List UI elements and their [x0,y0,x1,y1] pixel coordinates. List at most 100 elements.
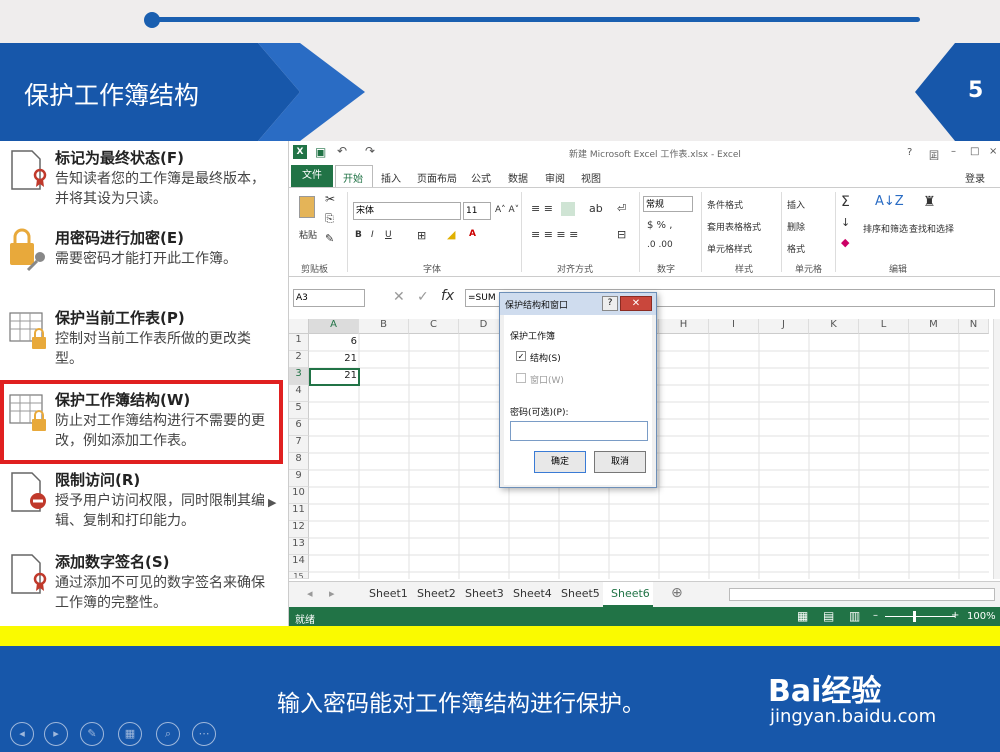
save-icon[interactable]: ▣ [315,145,326,159]
number-format-select[interactable]: 常规 [643,196,693,212]
horizontal-scrollbar[interactable] [729,588,995,601]
find-icon[interactable]: ♜ [923,194,936,210]
column-header[interactable]: M [909,319,959,334]
redo-icon[interactable]: ↷ [365,144,375,158]
row-header[interactable]: 3 [289,368,309,385]
zoom-out-icon[interactable]: – [873,610,878,621]
structure-checkbox[interactable]: ✓ [516,351,526,361]
submenu-arrow-icon[interactable]: ▶ [268,496,276,509]
tab-formulas[interactable]: 公式 [471,170,491,185]
underline-button[interactable]: U [385,230,392,240]
ribbon-display-button[interactable]: 囸 [929,147,939,162]
page-layout-view-icon[interactable]: ▤ [823,609,834,623]
row-header[interactable]: 5 [289,402,309,419]
dialog-help-button[interactable]: ? [602,296,618,311]
dialog-close-button[interactable]: ✕ [620,296,652,311]
sheet-tab[interactable]: Sheet5 [561,587,600,600]
cell-a3[interactable]: 21 [309,370,357,381]
tab-data[interactable]: 数据 [508,170,528,185]
zoom-in-icon[interactable]: + [951,610,959,621]
wrap-text-icon[interactable]: ⏎ [617,202,626,215]
prev-slide-icon[interactable]: ◂ [10,722,34,746]
row-header[interactable]: 15 [289,572,309,579]
sheet-next-icon[interactable]: ▸ [329,587,335,600]
function-icon[interactable]: fx [441,288,454,304]
row-header[interactable]: 1 [289,334,309,351]
font-name-select[interactable]: 宋体 [353,202,461,220]
fill-color-icon[interactable]: ◢ [447,228,455,241]
copy-icon[interactable]: ⎘ [325,212,334,226]
tab-review[interactable]: 审阅 [545,170,565,185]
slides-grid-icon[interactable]: ▦ [118,722,142,746]
close-button[interactable]: × [989,146,997,157]
sort-filter-button[interactable]: 排序和筛选 [863,222,908,235]
row-header[interactable]: 11 [289,504,309,521]
column-header[interactable]: K [809,319,859,334]
column-header[interactable]: J [759,319,809,334]
format-cells-button[interactable]: 格式 [787,242,805,255]
bold-button[interactable]: B [355,230,362,240]
enter-formula-icon[interactable]: ✓ [417,289,429,305]
sign-in-link[interactable]: 登录 [965,170,985,185]
row-header[interactable]: 7 [289,436,309,453]
zoom-level[interactable]: 100% [967,611,996,622]
orientation-icon[interactable]: ab [589,202,603,215]
cell-a2[interactable]: 21 [309,353,357,364]
column-header[interactable]: C [409,319,459,334]
sheet-tab[interactable]: Sheet3 [465,587,504,600]
password-input[interactable] [510,421,648,441]
windows-label[interactable]: 窗口(W) [530,373,564,386]
decimal-icon[interactable]: .0 .00 [647,240,673,250]
format-painter-icon[interactable]: ✎ [325,232,334,245]
windows-checkbox[interactable] [516,373,526,383]
sheet-tab[interactable]: Sheet1 [369,587,408,600]
pen-icon[interactable]: ✎ [80,722,104,746]
percent-icon[interactable]: $ % , [647,220,672,231]
merge-center-icon[interactable]: ⊟ [617,228,626,241]
zoom-slider-thumb[interactable] [913,611,916,622]
column-header[interactable]: H [659,319,709,334]
paste-label[interactable]: 粘贴 [299,228,317,241]
grow-font-icon[interactable]: A˄ A˅ [495,205,519,215]
conditional-format-button[interactable]: 条件格式 [707,198,743,211]
name-box[interactable]: A3 [293,289,365,307]
zoom-slider[interactable] [885,616,955,617]
tab-insert[interactable]: 插入 [381,170,401,185]
column-header[interactable]: L [859,319,909,334]
page-break-view-icon[interactable]: ▥ [849,609,860,623]
column-header[interactable]: B [359,319,409,334]
column-header[interactable]: N [959,319,989,334]
font-size-select[interactable]: 11 [463,202,491,220]
row-header[interactable]: 6 [289,419,309,436]
align-top-icon[interactable]: ≡ ≡ [531,202,553,215]
help-button[interactable]: ? [907,147,912,158]
italic-button[interactable]: I [371,230,374,240]
tab-page-layout[interactable]: 页面布局 [417,170,457,185]
align-middle-icon[interactable] [561,202,575,216]
row-header[interactable]: 9 [289,470,309,487]
row-header[interactable]: 2 [289,351,309,368]
fill-icon[interactable]: ↓ [841,216,850,229]
minimize-button[interactable]: – [951,146,956,157]
find-select-button[interactable]: 查找和选择 [909,222,954,235]
tab-file[interactable]: 文件 [291,165,333,187]
sheet-tab[interactable]: Sheet4 [513,587,552,600]
undo-icon[interactable]: ↶ [337,144,347,158]
paste-icon[interactable] [299,196,315,218]
font-color-icon[interactable]: A [469,229,476,239]
column-header[interactable]: I [709,319,759,334]
maximize-button[interactable]: □ [970,146,979,157]
next-slide-icon[interactable]: ▸ [44,722,68,746]
zoom-icon[interactable]: ⌕ [156,722,180,746]
cancel-formula-icon[interactable]: ✕ [393,289,405,305]
ok-button[interactable]: 确定 [534,451,586,473]
row-header[interactable]: 4 [289,385,309,402]
row-header[interactable]: 12 [289,521,309,538]
sheet-prev-icon[interactable]: ◂ [307,587,313,600]
sheet-tab[interactable]: Sheet2 [417,587,456,600]
select-all-corner[interactable] [289,319,309,334]
column-header[interactable]: A [309,319,359,334]
tab-view[interactable]: 视图 [581,170,601,185]
border-icon[interactable]: ⊞ [417,229,426,242]
row-header[interactable]: 14 [289,555,309,572]
